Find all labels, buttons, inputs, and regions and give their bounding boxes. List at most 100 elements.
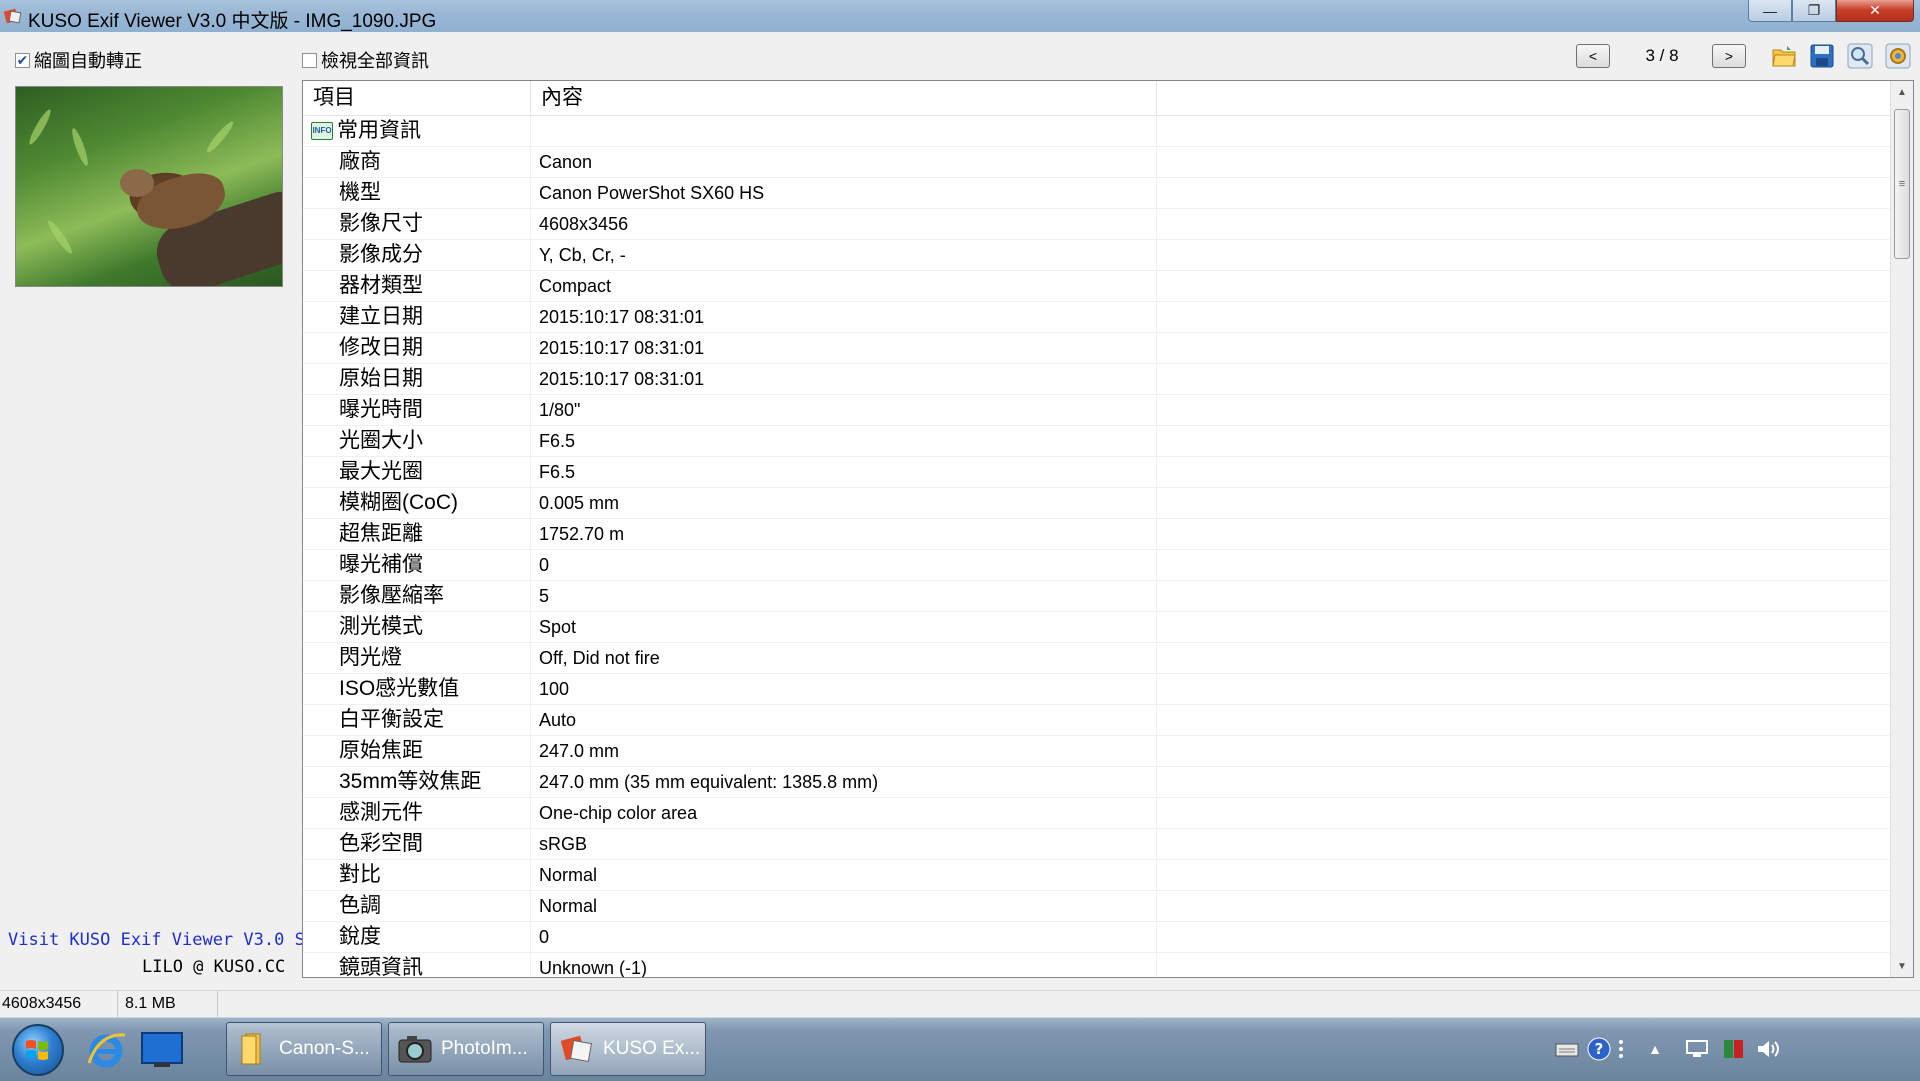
table-row[interactable]: 廠商 Canon (303, 147, 1893, 178)
row-extra-cell (1157, 829, 1893, 859)
table-row[interactable]: 色調 Normal (303, 891, 1893, 922)
row-extra-cell (1157, 550, 1893, 580)
action-center-icon (1724, 1040, 1743, 1058)
table-row[interactable]: 銳度 0 (303, 922, 1893, 953)
row-content-cell: sRGB (531, 829, 1157, 859)
table-row[interactable]: 器材類型 Compact (303, 271, 1893, 302)
row-content-cell: Auto (531, 705, 1157, 735)
table-row[interactable]: 曝光時間 1/80" (303, 395, 1893, 426)
scroll-down-icon[interactable]: ▼ (1891, 955, 1913, 977)
row-extra-cell (1157, 147, 1893, 177)
table-row[interactable]: 影像成分 Y, Cb, Cr, - (303, 240, 1893, 271)
table-row[interactable]: 模糊圈(CoC) 0.005 mm (303, 488, 1893, 519)
status-bar: 4608x3456 8.1 MB (0, 990, 1920, 1017)
site-link[interactable]: Visit KUSO Exif Viewer V3.0 Site (8, 930, 336, 950)
next-image-button[interactable]: > (1712, 44, 1746, 68)
table-row[interactable]: ISO感光數值 100 (303, 674, 1893, 705)
table-row[interactable]: 對比 Normal (303, 860, 1893, 891)
row-content-cell: 100 (531, 674, 1157, 704)
table-row[interactable]: 最大光圈 F6.5 (303, 457, 1893, 488)
tray-show-hidden[interactable]: ▲ (1644, 1036, 1666, 1062)
row-item-cell: 超焦距離 (303, 519, 531, 549)
open-folder-icon (1772, 46, 1796, 67)
table-row[interactable]: 建立日期 2015:10:17 08:31:01 (303, 302, 1893, 333)
zoom-button[interactable] (1846, 42, 1874, 70)
tray-menu-dots[interactable] (1614, 1036, 1628, 1062)
row-item-cell: 鏡頭資訊 (303, 953, 531, 977)
table-row[interactable]: 影像壓縮率 5 (303, 581, 1893, 612)
previous-image-button[interactable]: < (1576, 44, 1610, 68)
show-all-checkbox[interactable]: 檢視全部資訊 (302, 47, 429, 73)
tray-flag[interactable] (1720, 1036, 1748, 1062)
row-content-cell: 1752.70 m (531, 519, 1157, 549)
column-header-item[interactable]: 項目 (303, 81, 531, 115)
row-item-cell: 色彩空間 (303, 829, 531, 859)
start-button[interactable] (12, 1024, 64, 1076)
scrollbar-thumb[interactable]: ≡ (1894, 109, 1910, 259)
close-icon: ✕ (1869, 2, 1881, 18)
minimize-button[interactable]: — (1748, 0, 1792, 22)
maximize-icon: ❐ (1807, 2, 1821, 18)
table-row[interactable]: 光圈大小 F6.5 (303, 426, 1893, 457)
settings-button[interactable] (1884, 42, 1912, 70)
row-item-cell: 原始焦距 (303, 736, 531, 766)
table-row[interactable]: 機型 Canon PowerShot SX60 HS (303, 178, 1893, 209)
table-row[interactable]: 鏡頭資訊 Unknown (-1) (303, 953, 1893, 977)
row-content-cell: Compact (531, 271, 1157, 301)
save-button[interactable] (1808, 42, 1836, 70)
group-extra-cell (1157, 116, 1893, 146)
group-row[interactable]: INFO 常用資訊 (303, 116, 1893, 147)
column-header-blank[interactable] (1157, 81, 1893, 115)
tray-volume[interactable] (1754, 1036, 1782, 1062)
ie-quicklaunch[interactable] (84, 1028, 128, 1072)
toolbar: ✔ 縮圖自動轉正 檢視全部資訊 < 3 / 8 > (0, 32, 1920, 78)
table-row[interactable]: 原始日期 2015:10:17 08:31:01 (303, 364, 1893, 395)
taskbar-task-button[interactable]: Canon-S... (226, 1022, 382, 1076)
table-row[interactable]: 曝光補償 0 (303, 550, 1893, 581)
group-cell: INFO 常用資訊 (303, 116, 531, 146)
taskbar-task-button[interactable]: PhotoIm... (388, 1022, 544, 1076)
show-desktop-quicklaunch[interactable] (140, 1028, 184, 1072)
table-row[interactable]: 35mm等效焦距 247.0 mm (35 mm equivalent: 1385… (303, 767, 1893, 798)
tray-help[interactable]: ? (1586, 1036, 1612, 1062)
row-item-cell: 曝光補償 (303, 550, 531, 580)
auto-rotate-checkbox[interactable]: ✔ 縮圖自動轉正 (15, 47, 142, 73)
checkbox-box[interactable] (302, 52, 317, 68)
tray-keyboard[interactable] (1554, 1036, 1580, 1062)
row-item-cell: 35mm等效焦距 (303, 767, 531, 797)
author-credit: LILO @ KUSO.CC (142, 957, 286, 977)
table-row[interactable]: 原始焦距 247.0 mm (303, 736, 1893, 767)
image-thumbnail[interactable] (15, 86, 283, 287)
list-rows: INFO 常用資訊 廠商 Canon 機型 Canon PowerShot SX60 … (303, 116, 1893, 977)
table-row[interactable]: 修改日期 2015:10:17 08:31:01 (303, 333, 1893, 364)
close-button[interactable]: ✕ (1836, 0, 1914, 22)
table-row[interactable]: 測光模式 Spot (303, 612, 1893, 643)
checkbox-box[interactable]: ✔ (15, 52, 30, 68)
table-row[interactable]: 影像尺寸 4608x3456 (303, 209, 1893, 240)
speaker-icon (1758, 1041, 1779, 1057)
row-item-cell: 修改日期 (303, 333, 531, 363)
chevron-up-icon: ▲ (1648, 1041, 1662, 1057)
table-row[interactable]: 色彩空間 sRGB (303, 829, 1893, 860)
column-header-content[interactable]: 內容 (531, 81, 1157, 115)
taskbar-task-button[interactable]: KUSO Ex... (550, 1022, 706, 1076)
group-label: 常用資訊 (337, 119, 421, 142)
exif-list[interactable]: 項目 內容 INFO 常用資訊 廠商 Canon 機型 Canon PowerShot… (302, 80, 1914, 978)
tray-network[interactable] (1684, 1036, 1712, 1062)
row-extra-cell (1157, 457, 1893, 487)
svg-text:?: ? (1595, 1040, 1604, 1058)
scroll-up-icon[interactable]: ▲ (1891, 81, 1913, 103)
table-row[interactable]: 閃光燈 Off, Did not fire (303, 643, 1893, 674)
row-item-cell: 感測元件 (303, 798, 531, 828)
row-content-cell: 2015:10:17 08:31:01 (531, 364, 1157, 394)
row-extra-cell (1157, 178, 1893, 208)
table-row[interactable]: 超焦距離 1752.70 m (303, 519, 1893, 550)
row-item-cell: 器材類型 (303, 271, 531, 301)
open-folder-button[interactable] (1770, 42, 1798, 70)
table-row[interactable]: 感測元件 One-chip color area (303, 798, 1893, 829)
row-item-cell: 模糊圈(CoC) (303, 488, 531, 518)
maximize-button[interactable]: ❐ (1792, 0, 1836, 22)
vertical-scrollbar[interactable]: ▲ ≡ ▼ (1890, 81, 1913, 977)
more-icon (1619, 1040, 1623, 1058)
table-row[interactable]: 白平衡設定 Auto (303, 705, 1893, 736)
